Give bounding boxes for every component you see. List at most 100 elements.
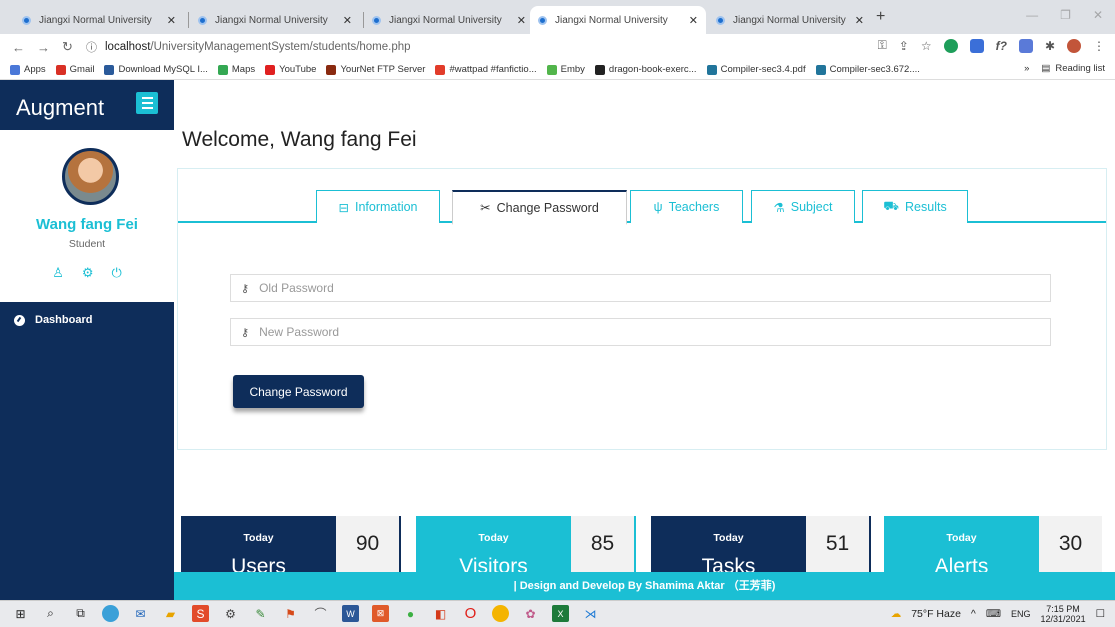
bookmark-item[interactable]: Compiler-sec3.672.... [815,64,920,75]
close-tab-icon[interactable]: ✕ [343,14,352,27]
key-icon[interactable]: ⚿ [878,38,887,53]
new-tab-button[interactable]: + [876,8,885,26]
browser-toolbar: ← → ↻ ⓘ localhost/UniversityManagementSy… [0,34,1115,60]
browser-tab[interactable]: Jiangxi Normal University ✕ [364,6,534,34]
share-icon[interactable]: ⇪ [899,39,909,53]
site-info-icon[interactable]: ⓘ [86,39,97,55]
bookmark-item[interactable]: dragon-book-exerc... [594,64,697,75]
bookmark-item[interactable]: Maps [217,64,255,75]
maximize-icon[interactable]: ❐ [1060,8,1071,22]
opera-icon[interactable]: O [462,605,479,622]
minimize-icon[interactable]: — [1026,8,1038,22]
close-tab-icon[interactable]: ✕ [855,14,864,27]
edge-browser-icon[interactable] [102,605,119,622]
bookmark-icon [104,64,115,75]
change-password-button[interactable]: Change Password [233,375,364,408]
bookmark-item[interactable]: Download MySQL I... [104,64,208,75]
tab-results[interactable]: ⛟ Results [862,190,968,223]
address-bar[interactable]: ⓘ localhost/UniversityManagementSystem/s… [86,36,941,58]
pen-icon[interactable]: ✎ [252,605,269,622]
close-tab-icon[interactable]: ✕ [167,14,176,27]
windows-start-icon[interactable]: ⊞ [12,605,29,622]
hamburger-menu-button[interactable] [136,92,158,114]
app-orange-icon[interactable]: ⊠ [372,605,389,622]
reload-icon[interactable]: ↻ [62,39,73,55]
vscode-icon[interactable]: ⋊ [582,605,599,622]
translate-icon[interactable] [1018,38,1033,53]
browser-tab-active[interactable]: Jiangxi Normal University ✕ [530,6,706,34]
stat-edge [399,516,401,572]
tray-chevron-up-icon[interactable]: ^ [971,608,976,620]
mail-icon[interactable]: ✉ [132,605,149,622]
extension-blue-icon[interactable] [969,38,984,53]
new-password-input[interactable] [259,325,1050,339]
old-password-field[interactable]: ⚷ [230,274,1051,302]
bookmark-item[interactable]: Compiler-sec3.4.pdf [706,64,806,75]
bookmark-item[interactable]: YouTube [265,64,316,75]
browser-tab[interactable]: Jiangxi Normal University ✕ [14,6,184,34]
chrome-icon[interactable] [492,605,509,622]
tab-information[interactable]: ⊟ Information [316,190,440,223]
notification-icon[interactable]: ☐ [1096,608,1105,620]
tab-change-password[interactable]: ✂ Change Password [452,190,627,225]
user-icon[interactable]: ♙ [52,265,64,281]
word-icon[interactable]: W [342,605,359,622]
bookmark-icon [326,64,337,75]
clock[interactable]: 7:15 PM 12/31/2021 [1041,604,1086,624]
bookmark-item[interactable]: #wattpad #fanfictio... [435,64,537,75]
keyboard-icon[interactable]: ⌨ [986,608,1001,620]
stat-edge [634,516,636,572]
app-green-icon[interactable]: ● [402,605,419,622]
mysql-icon[interactable]: ⌒ [312,605,329,622]
bookmark-icon [546,64,557,75]
close-tab-icon[interactable]: ✕ [517,14,526,27]
task-view-icon[interactable]: ⧉ [72,605,89,622]
chevron-more-icon[interactable]: » [1024,63,1029,74]
stat-edge [869,516,871,572]
browser-tab[interactable]: Jiangxi Normal University ✕ [708,6,872,34]
paint-icon[interactable]: ✿ [522,605,539,622]
reading-list-button[interactable]: » ▤ Reading list [1024,63,1105,74]
bookmark-item[interactable]: Apps [10,64,46,75]
browser-tab[interactable]: Jiangxi Normal University ✕ [190,6,360,34]
brand-title: Augment [16,94,105,120]
star-icon[interactable]: ☆ [921,39,932,53]
excel-icon[interactable]: X [552,605,569,622]
settings-gear-icon[interactable]: ⚙ [222,605,239,622]
university-favicon-icon [538,15,547,25]
profile-actions: ♙ ⚙ ⏻ [0,265,174,281]
formula-icon[interactable]: f? [996,39,1007,53]
stat-value: 90 [336,516,399,572]
profile-avatar-icon[interactable] [1067,38,1081,53]
new-password-field[interactable]: ⚷ [230,318,1051,346]
menu-kebab-icon[interactable]: ⋮ [1093,39,1105,53]
bookmark-item[interactable]: YourNet FTP Server [326,64,425,75]
xampp-icon[interactable]: ⚑ [282,605,299,622]
language-indicator[interactable]: ENG [1011,609,1031,619]
profile-name: Wang fang Fei [36,216,138,233]
gear-icon[interactable]: ⚙ [82,265,94,281]
tab-separator [188,12,189,28]
search-icon[interactable]: ⌕ [42,605,59,622]
close-window-icon[interactable]: ✕ [1093,8,1103,22]
close-tab-icon[interactable]: ✕ [689,14,698,27]
tab-teachers[interactable]: ψ Teachers [630,190,743,223]
bookmark-icon [706,64,717,75]
weather-text[interactable]: 75°F Haze [911,608,961,620]
sidebar-item-dashboard[interactable]: Dashboard [0,308,174,332]
forward-arrow-icon[interactable]: → [37,40,50,55]
puzzle-icon[interactable]: ✱ [1045,39,1055,53]
bookmark-item[interactable]: Emby [546,64,585,75]
tab-subject[interactable]: ⚗ Subject [751,190,855,223]
sublime-text-icon[interactable]: S [192,605,209,622]
dashboard-icon [14,314,25,326]
back-arrow-icon[interactable]: ← [12,40,25,55]
file-explorer-icon[interactable]: ▰ [162,605,179,622]
grammarly-icon[interactable] [943,38,958,53]
main-content: Welcome, Wang fang Fei ⊟ Information ✂ C… [174,80,1115,600]
power-icon[interactable]: ⏻ [112,265,122,281]
bookmark-icon [435,64,446,75]
office-icon[interactable]: ◧ [432,605,449,622]
bookmark-item[interactable]: Gmail [55,64,94,75]
old-password-input[interactable] [259,281,1050,295]
